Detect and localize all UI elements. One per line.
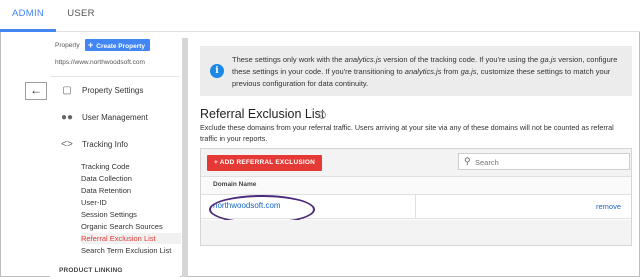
column-divider (415, 195, 416, 219)
top-tab-bar: ADMIN USER (0, 0, 640, 32)
sidebar-scrollbar[interactable] (182, 38, 188, 277)
info-text-part: from (441, 67, 461, 76)
tab-user[interactable]: USER (56, 0, 106, 32)
info-text-part: these settings in your code. If you're t… (232, 67, 405, 76)
info-text: These settings only work with the analyt… (232, 54, 628, 90)
table-toolbar: + ADD REFERRAL EXCLUSION ⚲ (201, 149, 631, 177)
sub-organic-search-sources[interactable]: Organic Search Sources (81, 221, 163, 232)
nav-label: Tracking Info (82, 140, 128, 149)
info-text-italic: analytics.js (404, 67, 442, 76)
divider (50, 76, 180, 77)
exclusion-table: + ADD REFERRAL EXCLUSION ⚲ Domain Name n… (200, 148, 632, 246)
page-title: Referral Exclusion List (200, 107, 325, 121)
column-header-domain-name[interactable]: Domain Name (213, 181, 256, 188)
table-header: Domain Name (201, 177, 631, 195)
property-label: Property (55, 42, 80, 49)
sub-data-collection[interactable]: Data Collection (81, 173, 132, 184)
add-referral-exclusion-button[interactable]: + ADD REFERRAL EXCLUSION (207, 155, 323, 171)
info-text-part: , customize these settings to match your (476, 67, 611, 76)
create-property-label: Create Property (96, 43, 146, 50)
product-linking-heading: PRODUCT LINKING (59, 267, 123, 274)
tab-admin[interactable]: ADMIN (0, 0, 56, 32)
domain-link[interactable]: northwoodsoft.com (209, 195, 315, 224)
sub-session-settings[interactable]: Session Settings (81, 209, 137, 220)
sub-search-term-exclusion-list[interactable]: Search Term Exclusion List (81, 245, 171, 256)
section-description: Exclude these domains from your referral… (200, 123, 614, 143)
plus-icon: + (88, 40, 94, 50)
info-text-italic: ga.js (460, 67, 477, 76)
nav-user-management[interactable]: ●● User Management (60, 110, 148, 126)
sub-data-retention[interactable]: Data Retention (81, 185, 131, 196)
nav-property-settings[interactable]: ▢ Property Settings (60, 83, 143, 99)
info-banner: i These settings only work with the anal… (200, 46, 632, 96)
table-footer (201, 220, 631, 245)
help-icon[interactable]: ? (318, 111, 326, 119)
property-url: https://www.northwoodsoft.com (55, 59, 145, 66)
create-property-button[interactable]: + Create Property (85, 39, 151, 51)
info-text-part: These settings only work with the (232, 55, 345, 64)
nav-label: User Management (82, 113, 148, 122)
people-icon: ●● (60, 112, 74, 123)
arrow-left-icon: ← (30, 83, 42, 97)
property-sidebar: Property + Create Property https://www.no… (50, 32, 181, 277)
code-brackets-icon: <> (61, 139, 73, 150)
remove-link[interactable]: remove (596, 202, 621, 211)
info-text-part: version of the tracking code. If you're … (381, 55, 541, 64)
info-icon: i (210, 64, 224, 78)
info-text-part: version, configure (556, 55, 618, 64)
search-input[interactable] (475, 156, 625, 168)
search-box[interactable]: ⚲ (458, 153, 630, 170)
info-text-part: previous configuration for data continui… (232, 79, 369, 88)
info-text-italic: analytics.js (344, 55, 382, 64)
sub-user-id[interactable]: User-ID (81, 197, 107, 208)
info-text-italic: ga.js (540, 55, 557, 64)
search-icon: ⚲ (464, 156, 471, 166)
sub-tracking-code[interactable]: Tracking Code (81, 161, 130, 172)
nav-tracking-info[interactable]: <> Tracking Info (60, 137, 128, 153)
document-icon: ▢ (62, 85, 72, 96)
sub-referral-exclusion-list[interactable]: Referral Exclusion List (81, 233, 181, 244)
table-row: northwoodsoft.com remove (201, 195, 631, 224)
nav-label: Property Settings (82, 86, 144, 95)
collapse-sidebar-button[interactable]: ← (25, 82, 47, 100)
